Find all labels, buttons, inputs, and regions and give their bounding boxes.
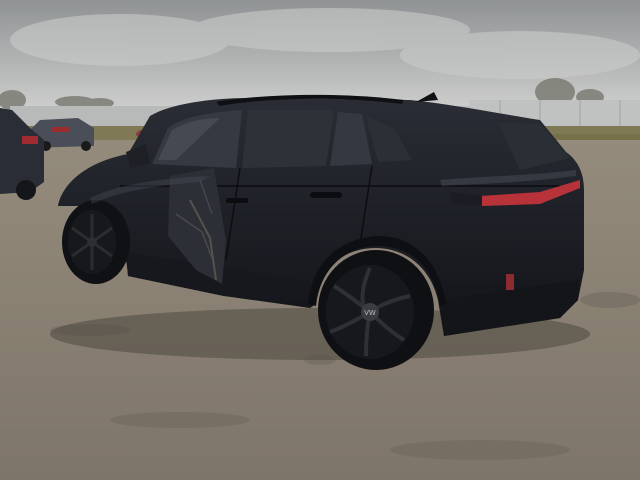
rear-wheel: VW [318, 250, 434, 370]
door-handle-rear [310, 192, 342, 198]
photo-scene: VW [0, 0, 640, 480]
door-handle-front [226, 198, 248, 203]
window-rear [242, 110, 334, 168]
badge-text: VW [364, 309, 376, 317]
rear-reflector [506, 274, 514, 290]
front-wheel [62, 200, 130, 284]
